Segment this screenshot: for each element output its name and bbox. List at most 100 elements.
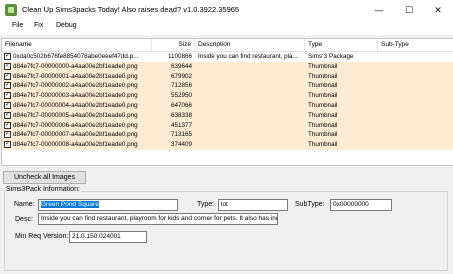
min-req-version-field[interactable]: 21.0.150.024001 [69,231,147,243]
subtype-cell [381,72,451,82]
table-row[interactable]: ✓ d84e7fc7-00000008-a4aa00e2bf1eade0.png 3… [2,140,453,150]
table-row[interactable]: ✓ d84e7fc7-00000004-a4aa00e2bf1eade0.png 6… [2,101,453,111]
type-cell: Thumbnail [308,111,338,119]
type-cell: Thumbnail [308,62,338,70]
table-row[interactable]: ✓ d84e7fc7-00000005-a4aa00e2bf1eade0.png 6… [2,110,453,121]
size-cell: 712856 [170,82,192,90]
subtype-cell [381,91,451,101]
desc-label: Desc: [15,216,33,223]
subtype-field[interactable]: 0x00000000 [330,199,392,211]
size-cell: 451377 [170,121,192,129]
column-header-type[interactable]: Type [305,39,378,51]
type-cell: Thumbnail [308,72,338,80]
row-checkbox[interactable]: ✓ [4,82,11,90]
uncheck-all-images-button[interactable]: Uncheck all Images [3,171,86,184]
size-cell: 713165 [170,131,192,139]
type-cell: Thumbnail [308,131,338,139]
size-cell: 552950 [170,92,192,100]
row-checkbox[interactable]: ✓ [4,102,11,109]
min-req-version-label: Min Req Version: [15,233,69,240]
row-checkbox[interactable]: ✓ [4,92,11,100]
description-cell [198,72,304,82]
row-checkbox[interactable]: ✓ [4,111,11,119]
desc-field[interactable]: Inside you can find restaurant, playroom… [38,213,278,225]
window-title: Clean Up Sims3packs Today! Also raises d… [22,5,240,14]
app-icon [5,4,17,16]
filename-cell: d84e7fc7-00000007-a4aa00e2bf1eade0.png [13,131,138,139]
menu-file[interactable]: File [12,22,23,29]
description-cell [198,111,304,121]
table-row[interactable]: ✓ d84e7fc7-00000002-a4aa00e2bf1eade0.png 7… [2,81,453,92]
description-cell [198,81,304,91]
size-cell: 679902 [170,72,192,80]
type-cell: Thumbnail [308,92,338,100]
row-checkbox[interactable]: ✓ [4,141,11,149]
menu-bar: File Fix Debug [0,20,453,35]
subtype-cell [381,52,451,62]
type-cell: Thumbnail [308,102,338,109]
type-cell: Thumbnail [308,121,338,129]
filename-cell: d84e7fc7-00000004-a4aa00e2bf1eade0.png [13,102,138,109]
column-header-description[interactable]: Description [195,39,305,51]
description-cell [198,91,304,101]
filename-cell: d84e7fc7-00000005-a4aa00e2bf1eade0.png [13,111,138,119]
table-row[interactable]: ✓ d84e7fc7-00000007-a4aa00e2bf1eade0.png 7… [2,130,453,141]
type-cell: Thumbnail [308,82,338,90]
row-checkbox[interactable]: ✓ [4,53,11,60]
title-bar: Clean Up Sims3packs Today! Also raises d… [0,0,453,20]
menu-fix[interactable]: Fix [34,22,43,29]
column-header-size[interactable]: Size [152,39,195,51]
name-field[interactable]: Green Pond Square [38,199,178,211]
subtype-cell [381,101,451,111]
filename-cell: d84e7fc7-00000006-a4aa00e2bf1eade0.png [13,121,138,129]
subtype-label: SubType: [295,201,325,208]
description-cell [198,130,304,140]
subtype-cell [381,62,451,72]
row-checkbox[interactable]: ✓ [4,131,11,139]
filename-cell: d84e7fc7-00000002-a4aa00e2bf1eade0.png [13,82,138,90]
filename-cell: d84e7fc7-00000001-a4aa00e2bf1eade0.png [13,72,138,80]
maximize-button[interactable]: ☐ [394,0,424,20]
menu-debug[interactable]: Debug [56,22,77,29]
size-cell: 639644 [170,62,192,70]
subtype-cell [381,81,451,91]
table-row[interactable]: ✓ 0xda0c502b676fe8854078abe0eeef47dd.p...… [2,52,453,62]
type-field[interactable]: lot [218,199,288,211]
row-checkbox[interactable]: ✓ [4,72,11,80]
filename-cell: d84e7fc7-00000003-a4aa00e2bf1eade0.png [13,92,138,100]
type-cell: Thumbnail [308,141,338,149]
table-row[interactable]: ✓ d84e7fc7-00000000-a4aa00e2bf1eade0.png 6… [2,61,453,72]
filename-cell: d84e7fc7-00000008-a4aa00e2bf1eade0.png [13,141,138,149]
table-row[interactable]: ✓ d84e7fc7-00000001-a4aa00e2bf1eade0.png 6… [2,71,453,82]
size-cell: 647066 [170,102,192,109]
size-cell: 374409 [170,141,192,149]
name-label: Name: [14,201,35,208]
row-checkbox[interactable]: ✓ [4,62,11,70]
files-grid[interactable]: Filename Size Description Type Sub-Type … [1,38,453,166]
size-cell: 638338 [170,111,192,119]
subtype-cell [381,121,451,131]
grid-header: Filename Size Description Type Sub-Type [2,39,453,52]
filename-cell: d84e7fc7-00000000-a4aa00e2bf1eade0.png [13,62,138,70]
group-label: Sims3Pack Information: [5,186,81,193]
subtype-cell [381,111,451,121]
description-cell [198,62,304,72]
type-label: Type: [197,201,215,208]
filename-cell: 0xda0c502b676fe8854078abe0eeef47dd.p... [13,53,139,60]
table-row[interactable]: ✓ d84e7fc7-00000006-a4aa00e2bf1eade0.png 4… [2,120,453,131]
description-cell [198,121,304,131]
minimize-button[interactable]: — [364,0,394,20]
name-value: Green Pond Square [41,201,99,208]
subtype-cell [381,140,451,150]
description-cell [198,101,304,111]
row-checkbox[interactable]: ✓ [4,121,11,129]
close-button[interactable]: ✕ [423,0,453,20]
column-header-filename[interactable]: Filename [2,39,152,51]
subtype-cell [381,130,451,140]
type-cell: Sims 3 Package [308,53,354,60]
description-cell [198,140,304,150]
table-row[interactable]: ✓ d84e7fc7-00000003-a4aa00e2bf1eade0.png 5… [2,91,453,101]
size-cell: 1100866 [167,53,192,60]
column-header-subtype[interactable]: Sub-Type [378,39,453,51]
description-cell: Inside you can find restaurant, pla... [198,53,298,60]
